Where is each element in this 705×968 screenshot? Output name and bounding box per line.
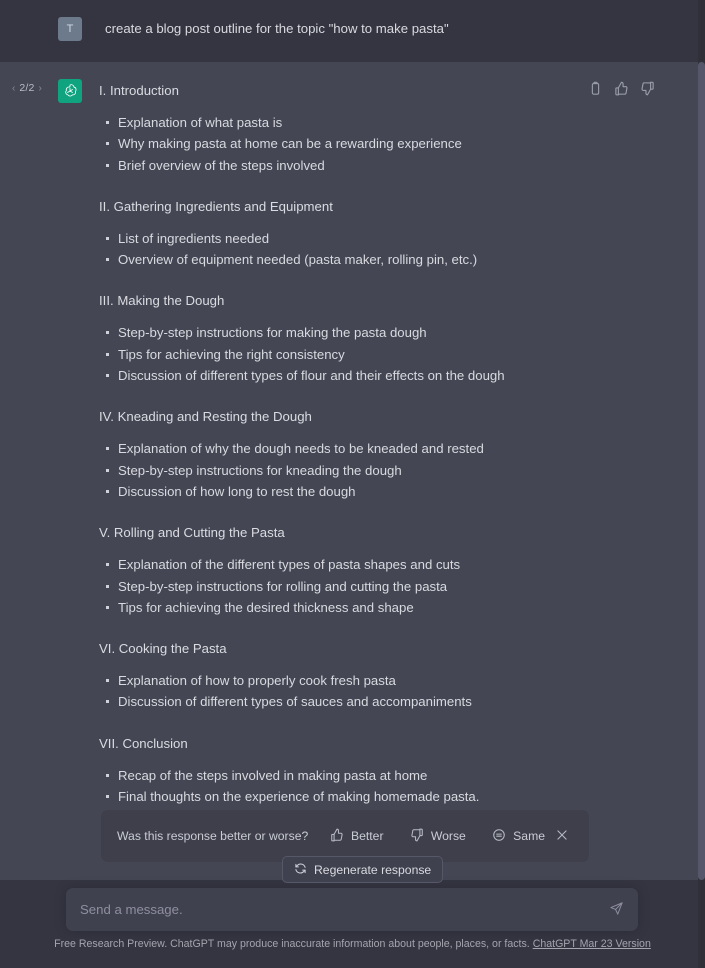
scrollbar-track[interactable] xyxy=(698,0,705,968)
section-bullet-list: Explanation of why the dough needs to be… xyxy=(99,438,595,502)
list-item: Explanation of what pasta is xyxy=(99,112,595,133)
list-item: Step-by-step instructions for kneading t… xyxy=(99,460,595,481)
openai-logo-icon xyxy=(62,83,78,99)
section-bullet-list: Explanation of how to properly cook fres… xyxy=(99,670,595,713)
user-message-text: create a blog post outline for the topic… xyxy=(105,21,449,36)
composer-area: Free Research Preview. ChatGPT may produ… xyxy=(0,880,705,968)
send-button[interactable] xyxy=(609,901,624,919)
section-heading: VII. Conclusion xyxy=(99,735,188,751)
response-pagination: ‹ 2/2 › xyxy=(12,82,42,94)
list-item: Tips for achieving the right consistency xyxy=(99,344,595,365)
user-message-inner: T create a blog post outline for the top… xyxy=(0,17,449,41)
feedback-same-button[interactable]: Same xyxy=(486,824,551,849)
list-item: Brief overview of the steps involved xyxy=(99,155,595,176)
next-response-button[interactable]: › xyxy=(39,83,42,94)
feedback-better-button[interactable]: Better xyxy=(324,824,390,849)
section-heading: I. Introduction xyxy=(99,83,179,98)
list-item: Step-by-step instructions for making the… xyxy=(99,322,595,343)
feedback-same-label: Same xyxy=(513,829,545,843)
disclaimer-text: Free Research Preview. ChatGPT may produ… xyxy=(54,938,530,950)
section-bullet-list: Step-by-step instructions for making the… xyxy=(99,322,595,386)
list-item: Tips for achieving the desired thickness… xyxy=(99,597,595,618)
send-paper-plane-icon xyxy=(609,901,624,919)
thumbs-up-icon xyxy=(330,828,344,845)
assistant-message-row: ‹ 2/2 › I. Introduction Explanation of w… xyxy=(0,62,705,880)
list-item: Why making pasta at home can be a reward… xyxy=(99,133,595,154)
regenerate-response-button[interactable]: Regenerate response xyxy=(282,856,444,883)
response-counter: 2/2 xyxy=(19,82,35,94)
feedback-worse-label: Worse xyxy=(430,829,466,843)
close-icon xyxy=(555,828,569,845)
list-item: Discussion of different types of sauces … xyxy=(99,691,595,712)
section-heading: IV. Kneading and Resting the Dough xyxy=(99,409,312,425)
feedback-close-button[interactable] xyxy=(551,824,573,849)
section-bullet-list: List of ingredients needed Overview of e… xyxy=(99,228,595,271)
message-input[interactable] xyxy=(80,902,609,917)
list-item: Discussion of how long to rest the dough xyxy=(99,481,595,502)
section-heading: II. Gathering Ingredients and Equipment xyxy=(99,198,333,214)
composer xyxy=(66,888,638,931)
section-heading: III. Making the Dough xyxy=(99,293,225,309)
equals-circle-icon xyxy=(492,828,506,845)
thumbs-down-icon[interactable] xyxy=(640,81,655,96)
thumbs-down-icon xyxy=(410,828,424,845)
list-item: List of ingredients needed xyxy=(99,228,595,249)
list-item: Explanation of the different types of pa… xyxy=(99,554,595,575)
user-avatar: T xyxy=(58,17,82,41)
section-heading: VI. Cooking the Pasta xyxy=(99,641,227,657)
section-bullet-list: Recap of the steps involved in making pa… xyxy=(99,765,595,808)
section-bullet-list: Explanation of the different types of pa… xyxy=(99,554,595,618)
feedback-bar: Was this response better or worse? Bette… xyxy=(101,810,589,862)
list-item: Overview of equipment needed (pasta make… xyxy=(99,249,595,270)
feedback-worse-button[interactable]: Worse xyxy=(404,824,472,849)
section-bullet-list: Explanation of what pasta is Why making … xyxy=(99,112,595,176)
assistant-avatar xyxy=(58,79,82,103)
version-link[interactable]: ChatGPT Mar 23 Version xyxy=(533,938,651,950)
feedback-better-label: Better xyxy=(351,829,384,843)
message-actions xyxy=(588,81,655,96)
footer-disclaimer: Free Research Preview. ChatGPT may produ… xyxy=(0,938,705,950)
list-item: Step-by-step instructions for rolling an… xyxy=(99,576,595,597)
feedback-question: Was this response better or worse? xyxy=(117,829,309,843)
copy-icon[interactable] xyxy=(588,81,603,96)
list-item: Explanation of how to properly cook fres… xyxy=(99,670,595,691)
user-message-row: T create a blog post outline for the top… xyxy=(0,0,705,62)
list-item: Final thoughts on the experience of maki… xyxy=(99,786,595,807)
section-heading: V. Rolling and Cutting the Pasta xyxy=(99,525,285,541)
refresh-icon xyxy=(294,862,307,878)
thumbs-up-icon[interactable] xyxy=(614,81,629,96)
prev-response-button[interactable]: ‹ xyxy=(12,83,15,94)
regenerate-label: Regenerate response xyxy=(314,862,432,877)
list-item: Recap of the steps involved in making pa… xyxy=(99,765,595,786)
assistant-message-body: I. Introduction Explanation of what past… xyxy=(0,82,705,807)
list-item: Explanation of why the dough needs to be… xyxy=(99,438,595,459)
scrollbar-thumb[interactable] xyxy=(698,62,705,880)
list-item: Discussion of different types of flour a… xyxy=(99,365,595,386)
